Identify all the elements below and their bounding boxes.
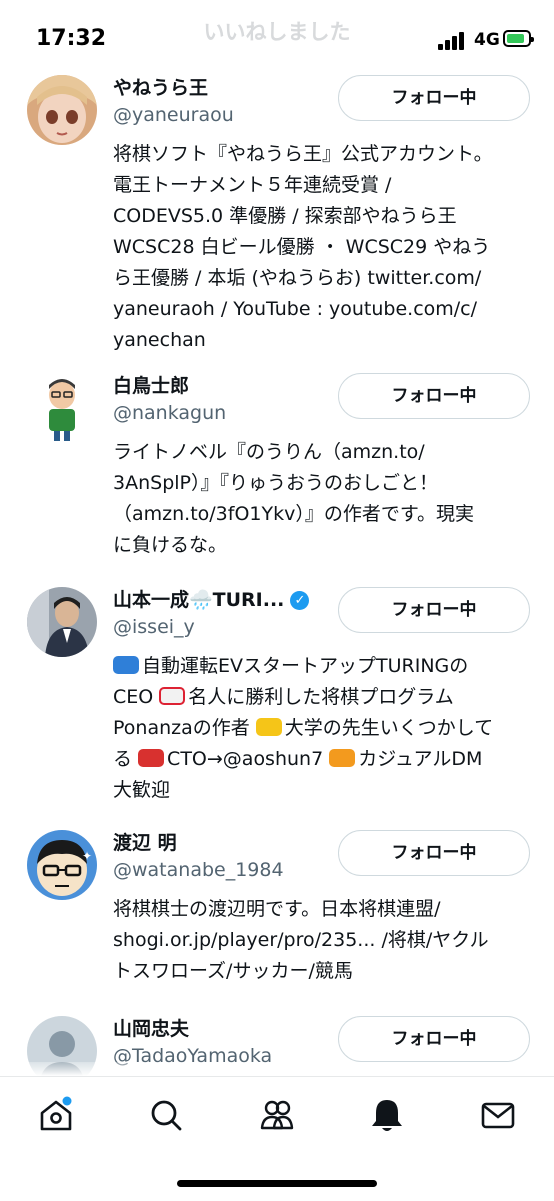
mail-icon — [481, 1102, 515, 1129]
fire-engine-emoji-icon — [138, 749, 165, 767]
avatar[interactable] — [27, 75, 97, 145]
avatar[interactable] — [27, 587, 97, 657]
network-type: 4G — [474, 30, 500, 50]
communities-icon — [260, 1100, 294, 1130]
svg-text:✦: ✦ — [82, 849, 92, 863]
battery-icon — [503, 30, 534, 47]
following-button[interactable]: フォロー中 — [338, 1016, 530, 1062]
search-icon — [151, 1100, 182, 1131]
bio-segment: Ponanzaの作者 — [113, 717, 256, 739]
following-button[interactable]: フォロー中 — [338, 587, 530, 633]
following-button[interactable]: フォロー中 — [338, 373, 530, 419]
verified-badge-icon: ✓ — [290, 591, 310, 610]
user-handle: @yaneuraou — [113, 104, 234, 126]
avatar[interactable] — [27, 373, 97, 443]
user-name: やねうら王 — [113, 77, 209, 99]
scroll-fade — [0, 1062, 554, 1076]
taxi-emoji-icon — [255, 718, 282, 736]
user-handle: @issei_y — [113, 616, 195, 638]
car-emoji-icon — [113, 656, 139, 674]
ambulance-emoji-icon — [159, 687, 186, 705]
bio-segment: る — [113, 748, 139, 770]
following-button[interactable]: フォロー中 — [338, 75, 530, 121]
user-bio: 将棋ソフト『やねうら王』公式アカウント。 電王トーナメント５年連続受賞 / CO… — [113, 143, 493, 351]
tab-communities[interactable] — [257, 1095, 297, 1135]
user-handle: @watanabe_1984 — [113, 859, 284, 881]
user-bio: ライトノベル『のうりん（amzn.to/ 3AnSplP）』『りゅうおうのおしご… — [113, 441, 474, 556]
bio-segment: CEO — [113, 686, 160, 708]
home-indicator[interactable] — [177, 1180, 377, 1187]
bio-segment: 自動運転EVスタートアップTURINGの — [142, 655, 469, 677]
signal-icon — [438, 32, 466, 50]
bio-segment: カジュアルDM — [358, 748, 483, 770]
tab-messages[interactable] — [478, 1095, 518, 1135]
status-time: 17:32 — [36, 26, 107, 51]
following-button[interactable]: フォロー中 — [338, 830, 530, 876]
bell-icon — [372, 1100, 402, 1131]
home-icon — [40, 1096, 72, 1131]
user-handle: @nankagun — [113, 402, 227, 424]
user-name: 山岡忠夫 — [113, 1018, 190, 1040]
tab-notifications[interactable] — [367, 1095, 407, 1135]
user-name: 渡辺 明 — [113, 832, 177, 854]
tab-home[interactable] — [36, 1095, 76, 1135]
bio-segment: 名人に勝利した将棋プログラム — [188, 686, 454, 708]
user-bio: 自動運転EVスタートアップTURINGの CEO 名人に勝利した将棋プログラム … — [113, 651, 523, 806]
bio-segment: CTO→@aoshun7 — [167, 748, 330, 770]
bio-segment: 大歓迎 — [113, 779, 171, 801]
truck-emoji-icon — [329, 749, 356, 767]
status-bar: いいねしました 17:32 4G — [0, 0, 554, 70]
user-name-text: 山本一成🌧️TURI... — [113, 589, 285, 611]
avatar[interactable]: ✦ — [27, 830, 97, 900]
user-name: 白鳥士郎 — [113, 375, 190, 397]
user-name: 山本一成🌧️TURI... ✓ — [113, 585, 310, 612]
tab-search[interactable] — [146, 1095, 186, 1135]
bio-segment: 大学の先生いくつかして — [284, 717, 494, 739]
user-bio: 将棋棋士の渡辺明です。日本将棋連盟/ shogi.or.jp/player/pr… — [113, 898, 489, 982]
